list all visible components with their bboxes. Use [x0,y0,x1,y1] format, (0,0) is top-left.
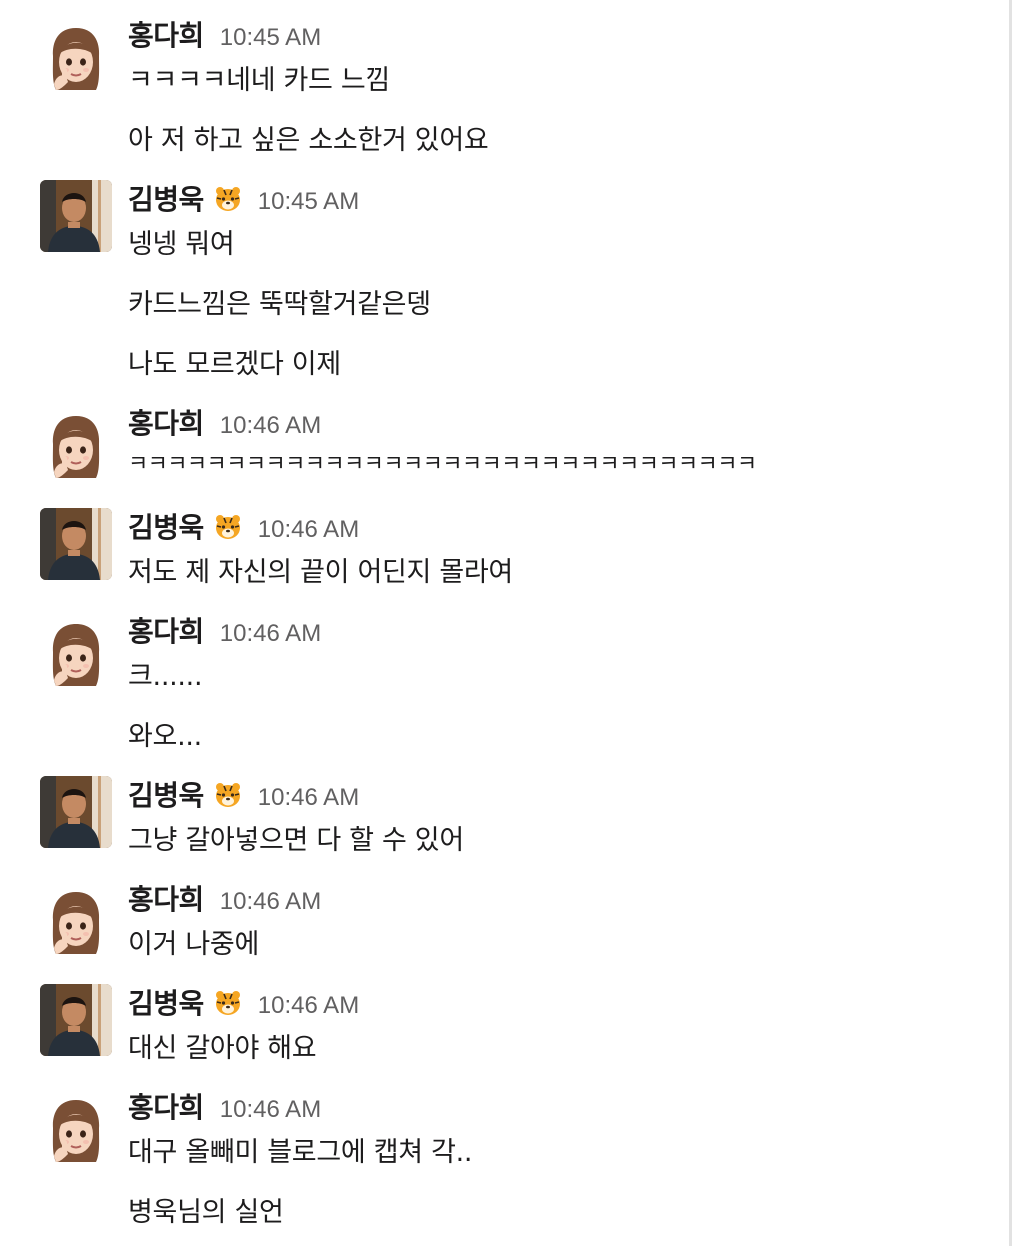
message-text: ㅋㅋㅋㅋㅋㅋㅋㅋㅋㅋㅋㅋㅋㅋㅋㅋㅋㅋㅋㅋㅋㅋㅋㅋㅋㅋㅋㅋㅋㅋㅋㅋ [128,452,757,477]
message-text: 와오... [128,721,202,752]
avatar[interactable] [40,180,112,252]
avatar[interactable] [40,508,112,580]
timestamp[interactable]: 10:46 AM [220,412,321,440]
timestamp[interactable]: 10:46 AM [258,784,359,812]
sender-name[interactable]: 홍다희 [128,1086,204,1126]
message-header: 홍다희 10:45 AM [128,14,321,54]
message-text: 이거 나중에 [128,929,259,960]
avatar[interactable] [40,412,112,484]
message-text: 병욱님의 실언 [128,1197,284,1228]
avatar[interactable] [40,1096,112,1168]
sender-name[interactable]: 홍다희 [128,610,204,650]
timestamp[interactable]: 10:46 AM [220,888,321,916]
timestamp[interactable]: 10:45 AM [258,188,359,216]
message-text: 크...... [128,661,203,692]
avatar[interactable] [40,776,112,848]
timestamp[interactable]: 10:46 AM [220,1096,321,1124]
sender-name[interactable]: 김병욱 [128,506,204,546]
message-text: 저도 제 자신의 끝이 어딘지 몰라여 [128,557,513,588]
message-header: 홍다희 10:46 AM [128,1086,321,1126]
tiger-face-icon [214,185,242,213]
sender-name[interactable]: 김병욱 [128,178,204,218]
message-header: 김병욱 10:46 AM [128,506,359,546]
avatar[interactable] [40,984,112,1056]
message-header: 김병욱 10:45 AM [128,178,359,218]
sender-name[interactable]: 김병욱 [128,982,204,1022]
message-text: 대신 갈아야 해요 [128,1033,317,1064]
message-text: ㅋㅋㅋㅋ네네 카드 느낌 [128,65,390,96]
sender-name[interactable]: 홍다희 [128,878,204,918]
message-header: 홍다희 10:46 AM [128,402,321,442]
message-text: 아 저 하고 싶은 소소한거 있어요 [128,125,489,156]
timestamp[interactable]: 10:46 AM [258,992,359,1020]
avatar[interactable] [40,24,112,96]
message-text: 넹넹 뭐여 [128,229,235,260]
timestamp[interactable]: 10:45 AM [220,24,321,52]
message-text: 카드느낌은 뚝딱할거같은뎅 [128,289,431,320]
message-header: 김병욱 10:46 AM [128,774,359,814]
message-header: 김병욱 10:46 AM [128,982,359,1022]
message-text: 그냥 갈아넣으면 다 할 수 있어 [128,825,464,856]
message-header: 홍다희 10:46 AM [128,878,321,918]
sender-name[interactable]: 김병욱 [128,774,204,814]
tiger-face-icon [214,513,242,541]
message-text: 나도 모르겠다 이제 [128,349,341,380]
sender-name[interactable]: 홍다희 [128,14,204,54]
avatar[interactable] [40,620,112,692]
timestamp[interactable]: 10:46 AM [220,620,321,648]
message-text: 대구 올빼미 블로그에 캡쳐 각.. [128,1137,473,1168]
sender-name[interactable]: 홍다희 [128,402,204,442]
tiger-face-icon [214,989,242,1017]
timestamp[interactable]: 10:46 AM [258,516,359,544]
avatar[interactable] [40,888,112,960]
message-header: 홍다희 10:46 AM [128,610,321,650]
tiger-face-icon [214,781,242,809]
